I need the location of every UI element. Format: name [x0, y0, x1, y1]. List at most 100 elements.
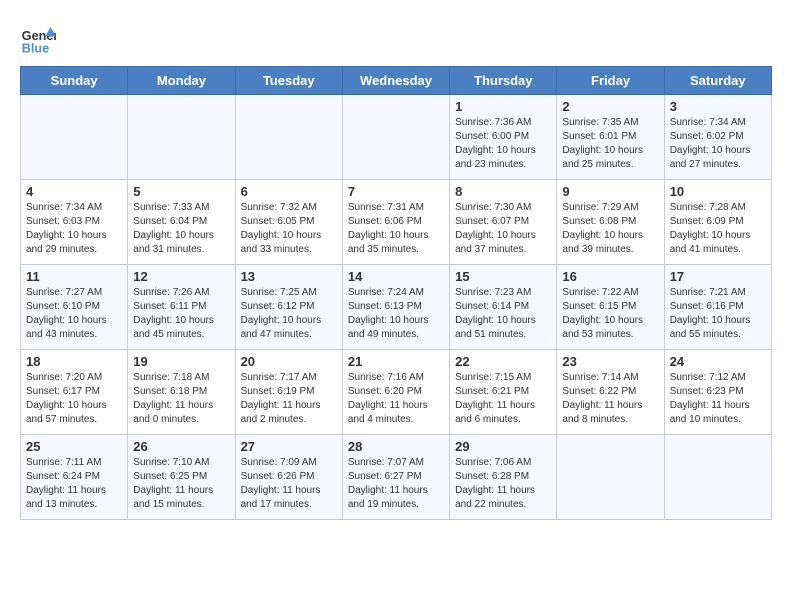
- header: General Blue: [20, 20, 772, 56]
- day-info: Sunrise: 7:25 AM Sunset: 6:12 PM Dayligh…: [241, 286, 337, 342]
- day-number: 4: [26, 184, 122, 199]
- calendar-cell: 21 Sunrise: 7:16 AM Sunset: 6:20 PM Dayli…: [342, 350, 449, 435]
- calendar-cell: [557, 435, 664, 520]
- calendar-cell: 27 Sunrise: 7:09 AM Sunset: 6:26 PM Dayli…: [235, 435, 342, 520]
- day-info: Sunrise: 7:26 AM Sunset: 6:11 PM Dayligh…: [133, 286, 229, 342]
- calendar-cell: [21, 95, 128, 180]
- day-info: Sunrise: 7:23 AM Sunset: 6:14 PM Dayligh…: [455, 286, 551, 342]
- calendar-cell: [235, 95, 342, 180]
- calendar-cell: 18 Sunrise: 7:20 AM Sunset: 6:17 PM Dayli…: [21, 350, 128, 435]
- day-number: 10: [670, 184, 766, 199]
- day-number: 29: [455, 439, 551, 454]
- day-number: 22: [455, 354, 551, 369]
- day-info: Sunrise: 7:10 AM Sunset: 6:25 PM Dayligh…: [133, 456, 229, 512]
- calendar-cell: 2 Sunrise: 7:35 AM Sunset: 6:01 PM Daylig…: [557, 95, 664, 180]
- calendar-cell: 4 Sunrise: 7:34 AM Sunset: 6:03 PM Daylig…: [21, 180, 128, 265]
- day-number: 27: [241, 439, 337, 454]
- calendar-cell: 8 Sunrise: 7:30 AM Sunset: 6:07 PM Daylig…: [450, 180, 557, 265]
- day-info: Sunrise: 7:11 AM Sunset: 6:24 PM Dayligh…: [26, 456, 122, 512]
- calendar-week-5: 25 Sunrise: 7:11 AM Sunset: 6:24 PM Dayli…: [21, 435, 772, 520]
- day-info: Sunrise: 7:14 AM Sunset: 6:22 PM Dayligh…: [562, 371, 658, 427]
- day-header-wednesday: Wednesday: [342, 67, 449, 95]
- calendar-cell: 25 Sunrise: 7:11 AM Sunset: 6:24 PM Dayli…: [21, 435, 128, 520]
- calendar-body: 1Sunrise: 7:36 AM Sunset: 6:00 PM Daylig…: [21, 95, 772, 520]
- day-info: Sunrise: 7:09 AM Sunset: 6:26 PM Dayligh…: [241, 456, 337, 512]
- day-info: Sunrise: 7:15 AM Sunset: 6:21 PM Dayligh…: [455, 371, 551, 427]
- day-info: Sunrise: 7:34 AM Sunset: 6:02 PM Dayligh…: [670, 116, 766, 172]
- calendar-cell: [128, 95, 235, 180]
- day-info: Sunrise: 7:16 AM Sunset: 6:20 PM Dayligh…: [348, 371, 444, 427]
- calendar-cell: 1Sunrise: 7:36 AM Sunset: 6:00 PM Daylig…: [450, 95, 557, 180]
- calendar-cell: 11 Sunrise: 7:27 AM Sunset: 6:10 PM Dayli…: [21, 265, 128, 350]
- day-number: 13: [241, 269, 337, 284]
- calendar-cell: 24 Sunrise: 7:12 AM Sunset: 6:23 PM Dayli…: [664, 350, 771, 435]
- calendar-cell: [664, 435, 771, 520]
- calendar-table: SundayMondayTuesdayWednesdayThursdayFrid…: [20, 66, 772, 520]
- day-number: 11: [26, 269, 122, 284]
- day-number: 1: [455, 99, 551, 114]
- day-number: 21: [348, 354, 444, 369]
- day-header-monday: Monday: [128, 67, 235, 95]
- day-number: 28: [348, 439, 444, 454]
- day-info: Sunrise: 7:17 AM Sunset: 6:19 PM Dayligh…: [241, 371, 337, 427]
- day-number: 5: [133, 184, 229, 199]
- day-number: 14: [348, 269, 444, 284]
- calendar-week-3: 11 Sunrise: 7:27 AM Sunset: 6:10 PM Dayli…: [21, 265, 772, 350]
- day-number: 8: [455, 184, 551, 199]
- calendar-cell: 13 Sunrise: 7:25 AM Sunset: 6:12 PM Dayli…: [235, 265, 342, 350]
- calendar-cell: 5 Sunrise: 7:33 AM Sunset: 6:04 PM Daylig…: [128, 180, 235, 265]
- calendar-cell: 23Sunrise: 7:14 AM Sunset: 6:22 PM Dayli…: [557, 350, 664, 435]
- calendar-cell: 19 Sunrise: 7:18 AM Sunset: 6:18 PM Dayli…: [128, 350, 235, 435]
- day-header-sunday: Sunday: [21, 67, 128, 95]
- day-info: Sunrise: 7:06 AM Sunset: 6:28 PM Dayligh…: [455, 456, 551, 512]
- day-number: 7: [348, 184, 444, 199]
- day-info: Sunrise: 7:24 AM Sunset: 6:13 PM Dayligh…: [348, 286, 444, 342]
- calendar-cell: [342, 95, 449, 180]
- calendar-cell: 26 Sunrise: 7:10 AM Sunset: 6:25 PM Dayli…: [128, 435, 235, 520]
- day-header-thursday: Thursday: [450, 67, 557, 95]
- day-info: Sunrise: 7:32 AM Sunset: 6:05 PM Dayligh…: [241, 201, 337, 257]
- logo-icon: General Blue: [20, 20, 56, 56]
- calendar-week-1: 1Sunrise: 7:36 AM Sunset: 6:00 PM Daylig…: [21, 95, 772, 180]
- calendar-cell: 17Sunrise: 7:21 AM Sunset: 6:16 PM Dayli…: [664, 265, 771, 350]
- day-number: 24: [670, 354, 766, 369]
- day-number: 18: [26, 354, 122, 369]
- day-number: 12: [133, 269, 229, 284]
- day-info: Sunrise: 7:29 AM Sunset: 6:08 PM Dayligh…: [562, 201, 658, 257]
- day-header-saturday: Saturday: [664, 67, 771, 95]
- day-number: 20: [241, 354, 337, 369]
- calendar-cell: 3 Sunrise: 7:34 AM Sunset: 6:02 PM Daylig…: [664, 95, 771, 180]
- day-header-tuesday: Tuesday: [235, 67, 342, 95]
- calendar-cell: 6Sunrise: 7:32 AM Sunset: 6:05 PM Daylig…: [235, 180, 342, 265]
- day-info: Sunrise: 7:33 AM Sunset: 6:04 PM Dayligh…: [133, 201, 229, 257]
- day-info: Sunrise: 7:30 AM Sunset: 6:07 PM Dayligh…: [455, 201, 551, 257]
- calendar-cell: 9 Sunrise: 7:29 AM Sunset: 6:08 PM Daylig…: [557, 180, 664, 265]
- day-number: 25: [26, 439, 122, 454]
- day-info: Sunrise: 7:27 AM Sunset: 6:10 PM Dayligh…: [26, 286, 122, 342]
- day-info: Sunrise: 7:34 AM Sunset: 6:03 PM Dayligh…: [26, 201, 122, 257]
- day-number: 15: [455, 269, 551, 284]
- day-info: Sunrise: 7:35 AM Sunset: 6:01 PM Dayligh…: [562, 116, 658, 172]
- calendar-cell: 28Sunrise: 7:07 AM Sunset: 6:27 PM Dayli…: [342, 435, 449, 520]
- day-info: Sunrise: 7:22 AM Sunset: 6:15 PM Dayligh…: [562, 286, 658, 342]
- day-info: Sunrise: 7:31 AM Sunset: 6:06 PM Dayligh…: [348, 201, 444, 257]
- calendar-cell: 12 Sunrise: 7:26 AM Sunset: 6:11 PM Dayli…: [128, 265, 235, 350]
- day-number: 9: [562, 184, 658, 199]
- svg-text:Blue: Blue: [22, 41, 49, 55]
- day-info: Sunrise: 7:21 AM Sunset: 6:16 PM Dayligh…: [670, 286, 766, 342]
- calendar-cell: 15 Sunrise: 7:23 AM Sunset: 6:14 PM Dayli…: [450, 265, 557, 350]
- calendar-header-row: SundayMondayTuesdayWednesdayThursdayFrid…: [21, 67, 772, 95]
- day-number: 2: [562, 99, 658, 114]
- calendar-cell: 22 Sunrise: 7:15 AM Sunset: 6:21 PM Dayli…: [450, 350, 557, 435]
- calendar-week-2: 4 Sunrise: 7:34 AM Sunset: 6:03 PM Daylig…: [21, 180, 772, 265]
- day-info: Sunrise: 7:12 AM Sunset: 6:23 PM Dayligh…: [670, 371, 766, 427]
- day-info: Sunrise: 7:20 AM Sunset: 6:17 PM Dayligh…: [26, 371, 122, 427]
- day-number: 19: [133, 354, 229, 369]
- day-number: 3: [670, 99, 766, 114]
- calendar-cell: 20 Sunrise: 7:17 AM Sunset: 6:19 PM Dayli…: [235, 350, 342, 435]
- logo: General Blue: [20, 20, 56, 56]
- calendar-cell: 10Sunrise: 7:28 AM Sunset: 6:09 PM Dayli…: [664, 180, 771, 265]
- day-info: Sunrise: 7:18 AM Sunset: 6:18 PM Dayligh…: [133, 371, 229, 427]
- day-number: 26: [133, 439, 229, 454]
- day-header-friday: Friday: [557, 67, 664, 95]
